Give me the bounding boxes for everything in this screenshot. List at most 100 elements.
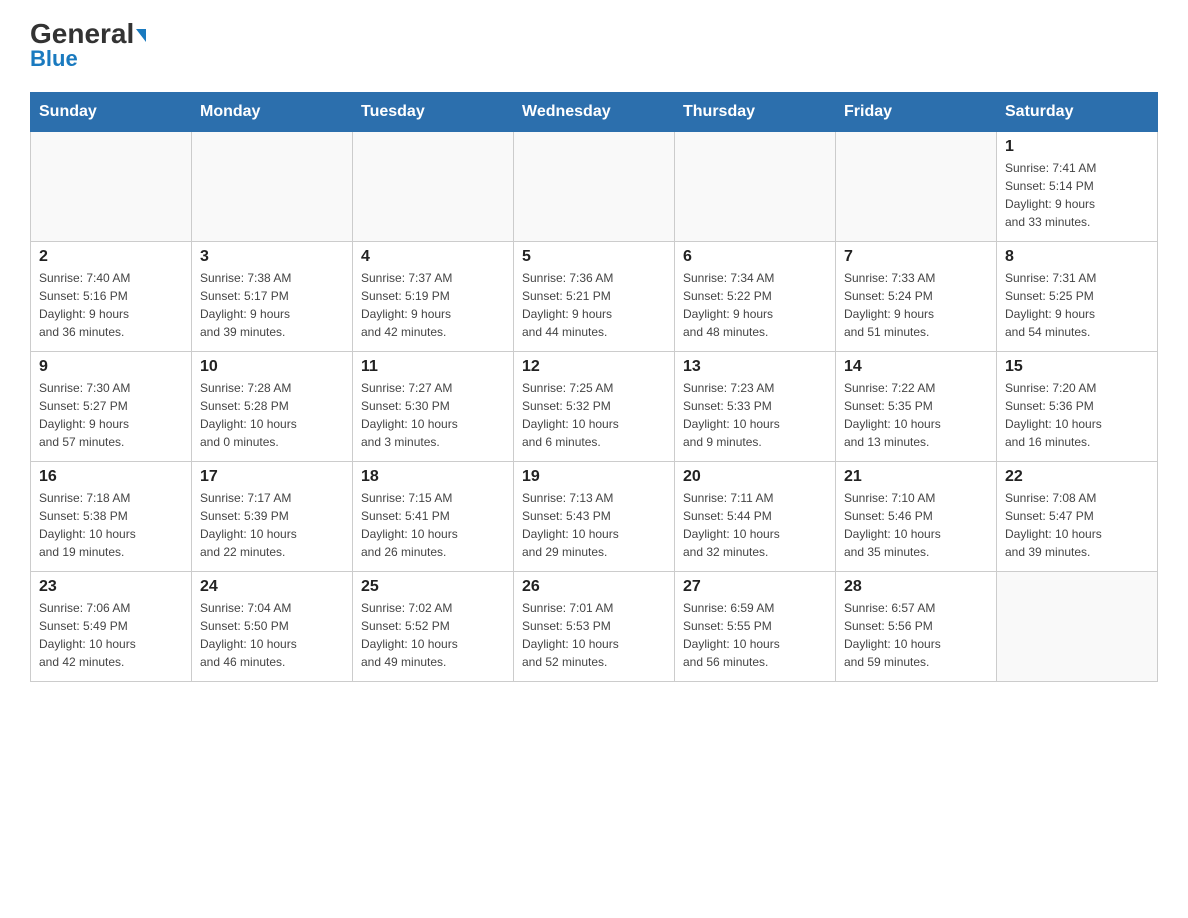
day-number: 6 [683, 248, 827, 266]
page-header: General Blue [30, 20, 1158, 72]
day-info: Sunrise: 7:41 AM Sunset: 5:14 PM Dayligh… [1005, 159, 1149, 231]
day-info: Sunrise: 7:10 AM Sunset: 5:46 PM Dayligh… [844, 489, 988, 561]
day-number: 16 [39, 468, 183, 486]
calendar-table: SundayMondayTuesdayWednesdayThursdayFrid… [30, 92, 1158, 682]
day-number: 28 [844, 578, 988, 596]
day-number: 2 [39, 248, 183, 266]
day-info: Sunrise: 7:13 AM Sunset: 5:43 PM Dayligh… [522, 489, 666, 561]
day-number: 15 [1005, 358, 1149, 376]
calendar-cell [514, 132, 675, 242]
day-number: 10 [200, 358, 344, 376]
day-number: 19 [522, 468, 666, 486]
calendar-cell [836, 132, 997, 242]
weekday-header-wednesday: Wednesday [514, 93, 675, 132]
day-number: 7 [844, 248, 988, 266]
calendar-cell: 24 Sunrise: 7:04 AM Sunset: 5:50 PM Dayli… [192, 572, 353, 682]
calendar-cell: 4 Sunrise: 7:37 AM Sunset: 5:19 PM Daylig… [353, 242, 514, 352]
day-info: Sunrise: 7:40 AM Sunset: 5:16 PM Dayligh… [39, 269, 183, 341]
day-info: Sunrise: 7:34 AM Sunset: 5:22 PM Dayligh… [683, 269, 827, 341]
calendar-cell [997, 572, 1158, 682]
day-info: Sunrise: 7:08 AM Sunset: 5:47 PM Dayligh… [1005, 489, 1149, 561]
day-info: Sunrise: 7:30 AM Sunset: 5:27 PM Dayligh… [39, 379, 183, 451]
day-info: Sunrise: 6:57 AM Sunset: 5:56 PM Dayligh… [844, 599, 988, 671]
calendar-cell: 17 Sunrise: 7:17 AM Sunset: 5:39 PM Dayli… [192, 462, 353, 572]
day-info: Sunrise: 7:36 AM Sunset: 5:21 PM Dayligh… [522, 269, 666, 341]
calendar-week-row: 2 Sunrise: 7:40 AM Sunset: 5:16 PM Daylig… [31, 242, 1158, 352]
calendar-cell: 3 Sunrise: 7:38 AM Sunset: 5:17 PM Daylig… [192, 242, 353, 352]
day-info: Sunrise: 7:18 AM Sunset: 5:38 PM Dayligh… [39, 489, 183, 561]
day-info: Sunrise: 7:15 AM Sunset: 5:41 PM Dayligh… [361, 489, 505, 561]
logo-blue-text: Blue [30, 46, 78, 72]
day-info: Sunrise: 6:59 AM Sunset: 5:55 PM Dayligh… [683, 599, 827, 671]
day-info: Sunrise: 7:33 AM Sunset: 5:24 PM Dayligh… [844, 269, 988, 341]
calendar-cell: 27 Sunrise: 6:59 AM Sunset: 5:55 PM Dayli… [675, 572, 836, 682]
day-info: Sunrise: 7:37 AM Sunset: 5:19 PM Dayligh… [361, 269, 505, 341]
calendar-cell: 18 Sunrise: 7:15 AM Sunset: 5:41 PM Dayli… [353, 462, 514, 572]
day-info: Sunrise: 7:22 AM Sunset: 5:35 PM Dayligh… [844, 379, 988, 451]
calendar-cell: 21 Sunrise: 7:10 AM Sunset: 5:46 PM Dayli… [836, 462, 997, 572]
calendar-cell: 10 Sunrise: 7:28 AM Sunset: 5:28 PM Dayli… [192, 352, 353, 462]
day-number: 20 [683, 468, 827, 486]
calendar-cell: 19 Sunrise: 7:13 AM Sunset: 5:43 PM Dayli… [514, 462, 675, 572]
day-info: Sunrise: 7:38 AM Sunset: 5:17 PM Dayligh… [200, 269, 344, 341]
calendar-cell: 8 Sunrise: 7:31 AM Sunset: 5:25 PM Daylig… [997, 242, 1158, 352]
day-info: Sunrise: 7:28 AM Sunset: 5:28 PM Dayligh… [200, 379, 344, 451]
calendar-cell [675, 132, 836, 242]
day-info: Sunrise: 7:27 AM Sunset: 5:30 PM Dayligh… [361, 379, 505, 451]
day-number: 27 [683, 578, 827, 596]
day-info: Sunrise: 7:31 AM Sunset: 5:25 PM Dayligh… [1005, 269, 1149, 341]
day-info: Sunrise: 7:02 AM Sunset: 5:52 PM Dayligh… [361, 599, 505, 671]
calendar-cell: 28 Sunrise: 6:57 AM Sunset: 5:56 PM Dayli… [836, 572, 997, 682]
day-number: 11 [361, 358, 505, 376]
day-number: 5 [522, 248, 666, 266]
calendar-cell: 13 Sunrise: 7:23 AM Sunset: 5:33 PM Dayli… [675, 352, 836, 462]
calendar-cell: 15 Sunrise: 7:20 AM Sunset: 5:36 PM Dayli… [997, 352, 1158, 462]
day-number: 26 [522, 578, 666, 596]
day-number: 13 [683, 358, 827, 376]
day-number: 24 [200, 578, 344, 596]
day-number: 23 [39, 578, 183, 596]
calendar-cell: 22Sunrise: 7:08 AM Sunset: 5:47 PM Dayli… [997, 462, 1158, 572]
day-info: Sunrise: 7:11 AM Sunset: 5:44 PM Dayligh… [683, 489, 827, 561]
day-info: Sunrise: 7:06 AM Sunset: 5:49 PM Dayligh… [39, 599, 183, 671]
calendar-cell: 20 Sunrise: 7:11 AM Sunset: 5:44 PM Dayli… [675, 462, 836, 572]
calendar-cell: 5 Sunrise: 7:36 AM Sunset: 5:21 PM Daylig… [514, 242, 675, 352]
day-info: Sunrise: 7:20 AM Sunset: 5:36 PM Dayligh… [1005, 379, 1149, 451]
calendar-cell [31, 132, 192, 242]
day-number: 4 [361, 248, 505, 266]
day-number: 18 [361, 468, 505, 486]
weekday-header-friday: Friday [836, 93, 997, 132]
calendar-cell: 6 Sunrise: 7:34 AM Sunset: 5:22 PM Daylig… [675, 242, 836, 352]
calendar-cell [353, 132, 514, 242]
calendar-cell: 14Sunrise: 7:22 AM Sunset: 5:35 PM Dayli… [836, 352, 997, 462]
day-number: 9 [39, 358, 183, 376]
day-number: 25 [361, 578, 505, 596]
day-info: Sunrise: 7:04 AM Sunset: 5:50 PM Dayligh… [200, 599, 344, 671]
day-number: 17 [200, 468, 344, 486]
logo-general-text: General [30, 20, 146, 48]
weekday-header-tuesday: Tuesday [353, 93, 514, 132]
day-number: 12 [522, 358, 666, 376]
day-number: 1 [1005, 138, 1149, 156]
day-info: Sunrise: 7:17 AM Sunset: 5:39 PM Dayligh… [200, 489, 344, 561]
logo: General Blue [30, 20, 146, 72]
calendar-week-row: 16 Sunrise: 7:18 AM Sunset: 5:38 PM Dayli… [31, 462, 1158, 572]
weekday-header-thursday: Thursday [675, 93, 836, 132]
day-number: 3 [200, 248, 344, 266]
calendar-cell: 16 Sunrise: 7:18 AM Sunset: 5:38 PM Dayli… [31, 462, 192, 572]
calendar-cell: 1 Sunrise: 7:41 AM Sunset: 5:14 PM Daylig… [997, 132, 1158, 242]
calendar-cell: 23 Sunrise: 7:06 AM Sunset: 5:49 PM Dayli… [31, 572, 192, 682]
calendar-cell: 2 Sunrise: 7:40 AM Sunset: 5:16 PM Daylig… [31, 242, 192, 352]
weekday-header-sunday: Sunday [31, 93, 192, 132]
day-info: Sunrise: 7:01 AM Sunset: 5:53 PM Dayligh… [522, 599, 666, 671]
weekday-header-monday: Monday [192, 93, 353, 132]
calendar-cell: 25 Sunrise: 7:02 AM Sunset: 5:52 PM Dayli… [353, 572, 514, 682]
day-number: 21 [844, 468, 988, 486]
day-number: 8 [1005, 248, 1149, 266]
calendar-week-row: 9 Sunrise: 7:30 AM Sunset: 5:27 PM Daylig… [31, 352, 1158, 462]
day-info: Sunrise: 7:23 AM Sunset: 5:33 PM Dayligh… [683, 379, 827, 451]
calendar-cell: 12Sunrise: 7:25 AM Sunset: 5:32 PM Dayli… [514, 352, 675, 462]
calendar-cell [192, 132, 353, 242]
calendar-cell: 9 Sunrise: 7:30 AM Sunset: 5:27 PM Daylig… [31, 352, 192, 462]
weekday-header-row: SundayMondayTuesdayWednesdayThursdayFrid… [31, 93, 1158, 132]
